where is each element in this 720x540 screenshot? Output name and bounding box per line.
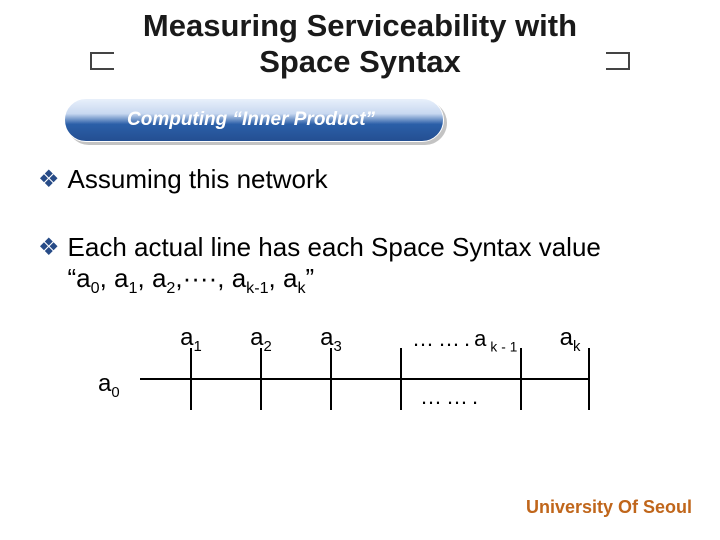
diamond-bullet-icon: ❖: [38, 232, 60, 263]
bullet-1: ❖ Assuming this network: [38, 164, 678, 195]
l3b: a: [320, 324, 333, 351]
l2s: 2: [264, 339, 272, 355]
diagram-vert-4: [400, 348, 402, 410]
bullet-2-line1: Each actual line has each Space Syntax v…: [68, 232, 601, 262]
title-line-1: Measuring Serviceability with: [143, 8, 577, 43]
bullet-2: ❖ Each actual line has each Space Syntax…: [38, 232, 678, 299]
bracket-right-ornament: [606, 52, 630, 70]
a0-base: a: [98, 370, 111, 397]
sub-1: 1: [129, 279, 138, 297]
diagram-vert-5: [520, 348, 522, 410]
bullet-2-text: Each actual line has each Space Syntax v…: [68, 232, 601, 299]
title-area: Measuring Serviceability with Space Synt…: [0, 8, 720, 79]
diagram-label-a2: a2: [250, 324, 272, 355]
l5b: a: [560, 324, 573, 351]
seq-close: ”: [306, 263, 315, 293]
l5s: k: [573, 339, 580, 355]
bullet-1-text: Assuming this network: [68, 164, 328, 195]
diagram-vert-6: [588, 348, 590, 410]
diagram-horizontal-line: [140, 378, 590, 380]
l2b: a: [250, 324, 263, 351]
l1b: a: [180, 324, 193, 351]
diagram-vert-2: [260, 348, 262, 410]
footer-affiliation: University Of Seoul: [526, 497, 692, 518]
diagram-dots-top: …….ak-1: [412, 326, 521, 354]
diagram-label-a3: a3: [320, 324, 342, 355]
dots-top-txt: …….: [412, 326, 474, 351]
seq-dots: ,····, a: [175, 263, 246, 293]
sub-0: 0: [91, 279, 100, 297]
bracket-left-ornament: [90, 52, 114, 70]
l4b: a: [474, 326, 490, 351]
diagram-label-ak: ak: [560, 324, 581, 355]
l4s: k-1: [490, 339, 521, 354]
bullet-2-line2: “a0, a1, a2,····, ak-1, ak”: [68, 263, 315, 293]
l1s: 1: [194, 339, 202, 355]
seq-sep1: , a: [100, 263, 129, 293]
slide-title: Measuring Serviceability with Space Synt…: [131, 8, 589, 79]
diagram-label-akm1: ak-1: [474, 326, 521, 351]
diagram-vert-3: [330, 348, 332, 410]
seq-sep3: , a: [269, 263, 298, 293]
diagram-label-a1: a1: [180, 324, 202, 355]
l3s: 3: [334, 339, 342, 355]
subtitle-pill: Computing “Inner Product”: [64, 98, 444, 142]
seq-open: “a: [68, 263, 91, 293]
slide: Measuring Serviceability with Space Synt…: [0, 0, 720, 540]
diagram-a0-label: a0: [98, 370, 120, 401]
sub-k: k: [297, 279, 305, 297]
pill-body: Computing “Inner Product”: [64, 98, 444, 142]
diagram-dots-bottom: …….: [420, 384, 482, 410]
network-diagram: a0 a1 a2 a3 …….ak-1 ……. ak: [120, 330, 590, 430]
diagram-vert-1: [190, 348, 192, 410]
subtitle-text: Computing “Inner Product”: [65, 109, 375, 131]
diamond-bullet-icon: ❖: [38, 164, 60, 195]
title-line-2: Space Syntax: [259, 44, 461, 79]
sub-km1: k-1: [246, 279, 268, 297]
seq-sep2: , a: [138, 263, 167, 293]
a0-sub: 0: [111, 385, 119, 401]
